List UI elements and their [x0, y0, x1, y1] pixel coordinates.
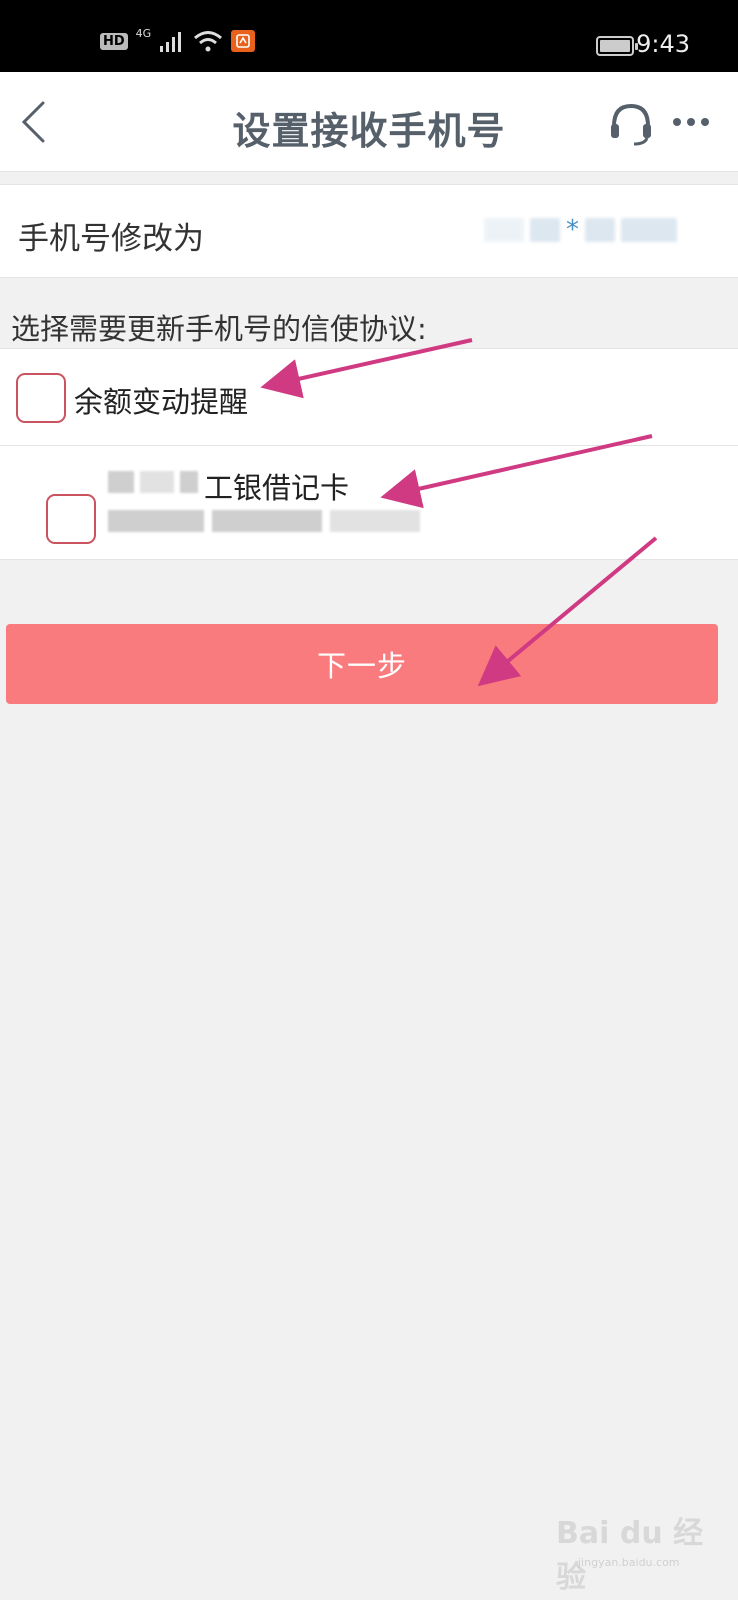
section-title: 选择需要更新手机号的信使协议:	[11, 312, 427, 346]
phone-label: 手机号修改为	[18, 221, 204, 257]
app-notification-icon	[231, 30, 256, 52]
agreement-list: 余额变动提醒 工银借记卡	[0, 348, 738, 560]
more-dot	[701, 118, 709, 126]
more-dot	[687, 118, 695, 126]
watermark-brand: Bai du 经验	[556, 1516, 704, 1595]
more-button[interactable]	[666, 102, 716, 142]
signal-icon	[160, 32, 182, 52]
option-label: 余额变动提醒	[74, 385, 249, 419]
nav-bar: 设置接收手机号	[0, 72, 738, 172]
divider	[0, 445, 738, 446]
watermark-url: jingyan.baidu.com	[578, 1556, 680, 1569]
headset-icon	[611, 103, 651, 146]
option-label: 工银借记卡	[204, 471, 350, 505]
more-dot	[673, 118, 681, 126]
clock: 9:43	[636, 30, 690, 58]
next-step-button[interactable]: 下一步	[6, 624, 718, 704]
baidu-watermark: Bai du 经验 jingyan.baidu.com	[556, 1508, 716, 1595]
wifi-icon	[194, 31, 223, 52]
mask-star: *	[566, 215, 579, 245]
checkbox-debit-card[interactable]	[46, 494, 96, 544]
phone-number-row[interactable]: 手机号修改为 *	[0, 184, 738, 278]
status-icons-left: HD 4G	[100, 26, 256, 52]
hd-indicator: HD	[100, 32, 128, 50]
battery-icon	[596, 36, 638, 56]
status-bar: HD 4G 9:43	[0, 0, 738, 72]
network-type: 4G	[135, 26, 152, 40]
redacted-card-number	[108, 507, 438, 535]
redacted-text	[108, 465, 198, 499]
phone-value-masked: *	[484, 213, 704, 247]
checkbox-balance-alert[interactable]	[16, 373, 66, 423]
customer-service-button[interactable]	[608, 100, 654, 146]
